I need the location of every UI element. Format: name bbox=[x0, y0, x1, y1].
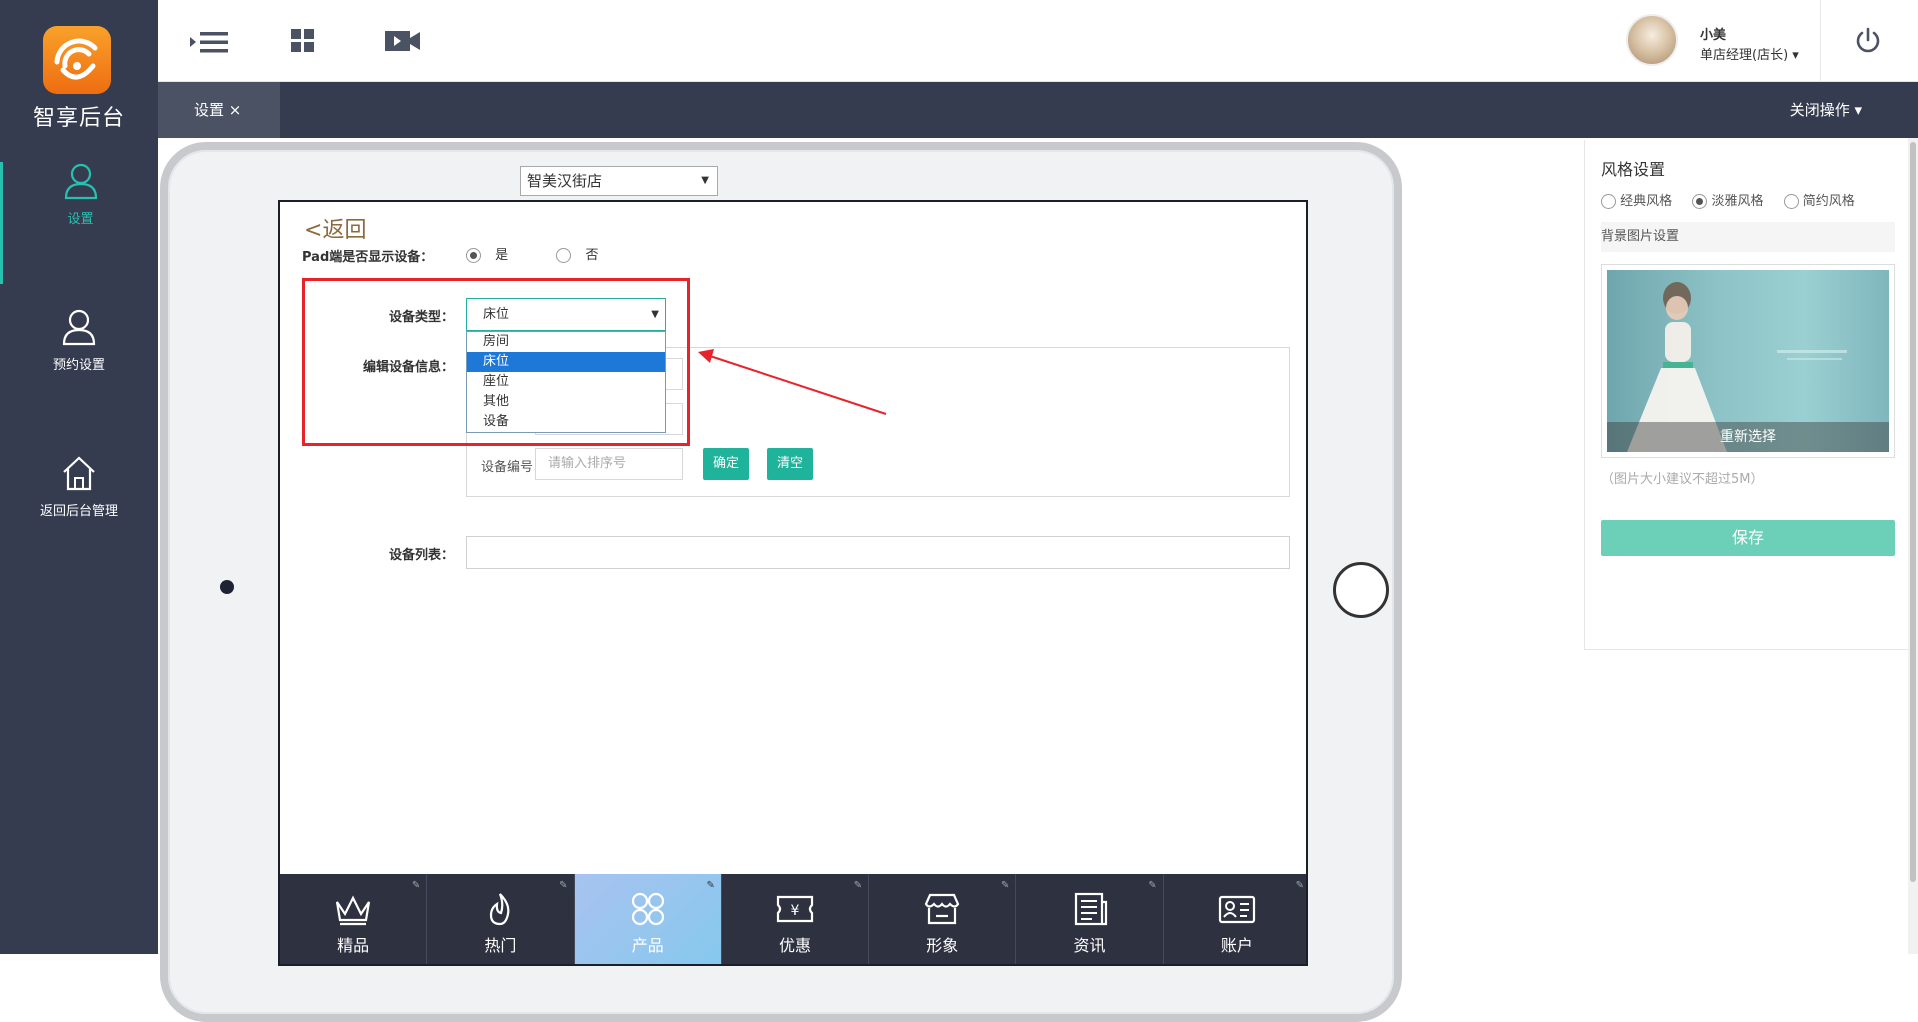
wifi-logo-icon bbox=[54, 38, 98, 80]
nav-item-account[interactable]: ✎ 账户 bbox=[1164, 874, 1306, 964]
style-option-label: 简约风格 bbox=[1802, 194, 1855, 209]
nav-item-news[interactable]: ✎ 资讯 bbox=[1016, 874, 1164, 964]
user-role-dropdown[interactable]: 单店经理(店长) ▾ bbox=[1700, 44, 1799, 63]
style-option-label: 经典风格 bbox=[1620, 194, 1673, 209]
close-operations-dropdown[interactable]: 关闭操作 ▾ bbox=[1790, 82, 1862, 138]
sidebar-item-settings[interactable]: 设置 bbox=[0, 162, 158, 284]
left-sidebar: 智享后台 设置 预约设置 返回后台管理 bbox=[0, 0, 158, 954]
nav-item-label: 产品 bbox=[631, 936, 664, 955]
style-settings-title: 风格设置 bbox=[1601, 160, 1666, 179]
menu-collapse-icon[interactable] bbox=[188, 28, 232, 60]
home-icon bbox=[63, 456, 95, 491]
style-option-classic[interactable]: 经典风格 bbox=[1601, 190, 1672, 209]
style-settings-panel: 风格设置 经典风格 淡雅风格 简约风格 背景图片设置 重新选择 （图片大小建议不… bbox=[1584, 140, 1918, 650]
bg-photo: 重新选择 bbox=[1607, 270, 1889, 452]
top-header: 小美 单店经理(店长) ▾ bbox=[158, 0, 1918, 82]
main-content: 智美汉街店 ▼ <返回 Pad端是否显示设备： 是 否 设备类型： 编辑设备信息… bbox=[158, 138, 1918, 1022]
product-icon bbox=[631, 892, 664, 926]
edit-pencil-icon[interactable]: ✎ bbox=[854, 880, 862, 891]
sidebar-item-back-admin[interactable]: 返回后台管理 bbox=[0, 454, 158, 576]
ipad-bottom-nav: ✎ 精品 ✎ 热门 ✎ 产品 ✎ ¥ 优惠 ✎ 形象 ✎ 资讯 ✎ 账户 bbox=[280, 874, 1306, 964]
app-logo bbox=[43, 26, 111, 94]
user-icon bbox=[62, 309, 96, 346]
sidebar-item-booking-settings[interactable]: 预约设置 bbox=[0, 308, 158, 430]
scrollbar-thumb[interactable] bbox=[1910, 142, 1916, 882]
video-icon[interactable] bbox=[384, 28, 422, 58]
bg-image-hint: （图片大小建议不超过5M） bbox=[1601, 472, 1764, 487]
nav-item-label: 账户 bbox=[1220, 936, 1253, 955]
edit-pencil-icon[interactable]: ✎ bbox=[1148, 880, 1156, 891]
style-radio-group: 经典风格 淡雅风格 简约风格 bbox=[1601, 190, 1871, 209]
nav-item-hot[interactable]: ✎ 热门 bbox=[427, 874, 575, 964]
ipad-home-button bbox=[1333, 562, 1389, 618]
nav-item-label: 精品 bbox=[337, 936, 370, 955]
style-option-simple[interactable]: 简约风格 bbox=[1783, 190, 1855, 209]
nav-item-label: 形象 bbox=[926, 936, 959, 955]
style-radio[interactable] bbox=[1601, 194, 1616, 209]
bg-image-settings-title: 背景图片设置 bbox=[1601, 222, 1895, 252]
page-scrollbar[interactable] bbox=[1908, 138, 1918, 954]
sidebar-item-label: 返回后台管理 bbox=[39, 504, 118, 519]
nav-item-discount[interactable]: ✎ ¥ 优惠 bbox=[722, 874, 870, 964]
user-icon bbox=[64, 163, 97, 200]
svg-text:¥: ¥ bbox=[791, 903, 800, 919]
style-option-label: 淡雅风格 bbox=[1711, 194, 1764, 209]
nav-item-featured[interactable]: ✎ 精品 bbox=[280, 874, 428, 964]
annotation-arrow bbox=[698, 349, 887, 415]
edit-pencil-icon[interactable]: ✎ bbox=[412, 880, 420, 891]
style-option-elegant[interactable]: 淡雅风格 bbox=[1692, 190, 1763, 209]
style-radio[interactable] bbox=[1783, 194, 1799, 209]
edit-pencil-icon[interactable]: ✎ bbox=[706, 880, 714, 891]
sidebar-item-label: 设置 bbox=[67, 212, 94, 227]
nav-item-label: 热门 bbox=[484, 936, 517, 955]
style-radio[interactable] bbox=[1692, 194, 1708, 209]
ipad-camera bbox=[220, 580, 234, 594]
edit-pencil-icon[interactable]: ✎ bbox=[1296, 880, 1304, 891]
tab-settings[interactable]: 设置 × bbox=[158, 82, 280, 138]
user-name: 小美 bbox=[1700, 28, 1727, 43]
bg-image-preview: 重新选择 bbox=[1601, 264, 1895, 458]
nav-item-product[interactable]: ✎ 产品 bbox=[574, 874, 722, 964]
header-divider bbox=[1820, 0, 1821, 82]
nav-item-label: 资讯 bbox=[1073, 936, 1106, 955]
store-icon bbox=[925, 893, 960, 925]
avatar[interactable] bbox=[1626, 14, 1678, 66]
account-card-icon bbox=[1218, 895, 1255, 924]
save-button[interactable]: 保存 bbox=[1601, 520, 1895, 556]
edit-pencil-icon[interactable]: ✎ bbox=[559, 880, 567, 891]
sidebar-item-label: 预约设置 bbox=[52, 358, 105, 373]
app-logo-text: 智享后台 bbox=[32, 106, 125, 131]
crown-icon bbox=[336, 895, 371, 926]
tab-bar: 设置 × 关闭操作 ▾ bbox=[158, 82, 1918, 138]
grid-icon[interactable] bbox=[290, 28, 316, 58]
coupon-icon: ¥ bbox=[776, 895, 814, 923]
flame-icon bbox=[490, 893, 510, 926]
power-icon[interactable] bbox=[1854, 26, 1882, 58]
reselect-button[interactable]: 重新选择 bbox=[1607, 422, 1889, 452]
nav-item-label: 优惠 bbox=[778, 936, 811, 955]
nav-item-image[interactable]: ✎ 形象 bbox=[869, 874, 1017, 964]
news-icon bbox=[1074, 892, 1107, 926]
edit-pencil-icon[interactable]: ✎ bbox=[1001, 880, 1009, 891]
sidebar-nav: 设置 预约设置 返回后台管理 bbox=[0, 138, 158, 576]
